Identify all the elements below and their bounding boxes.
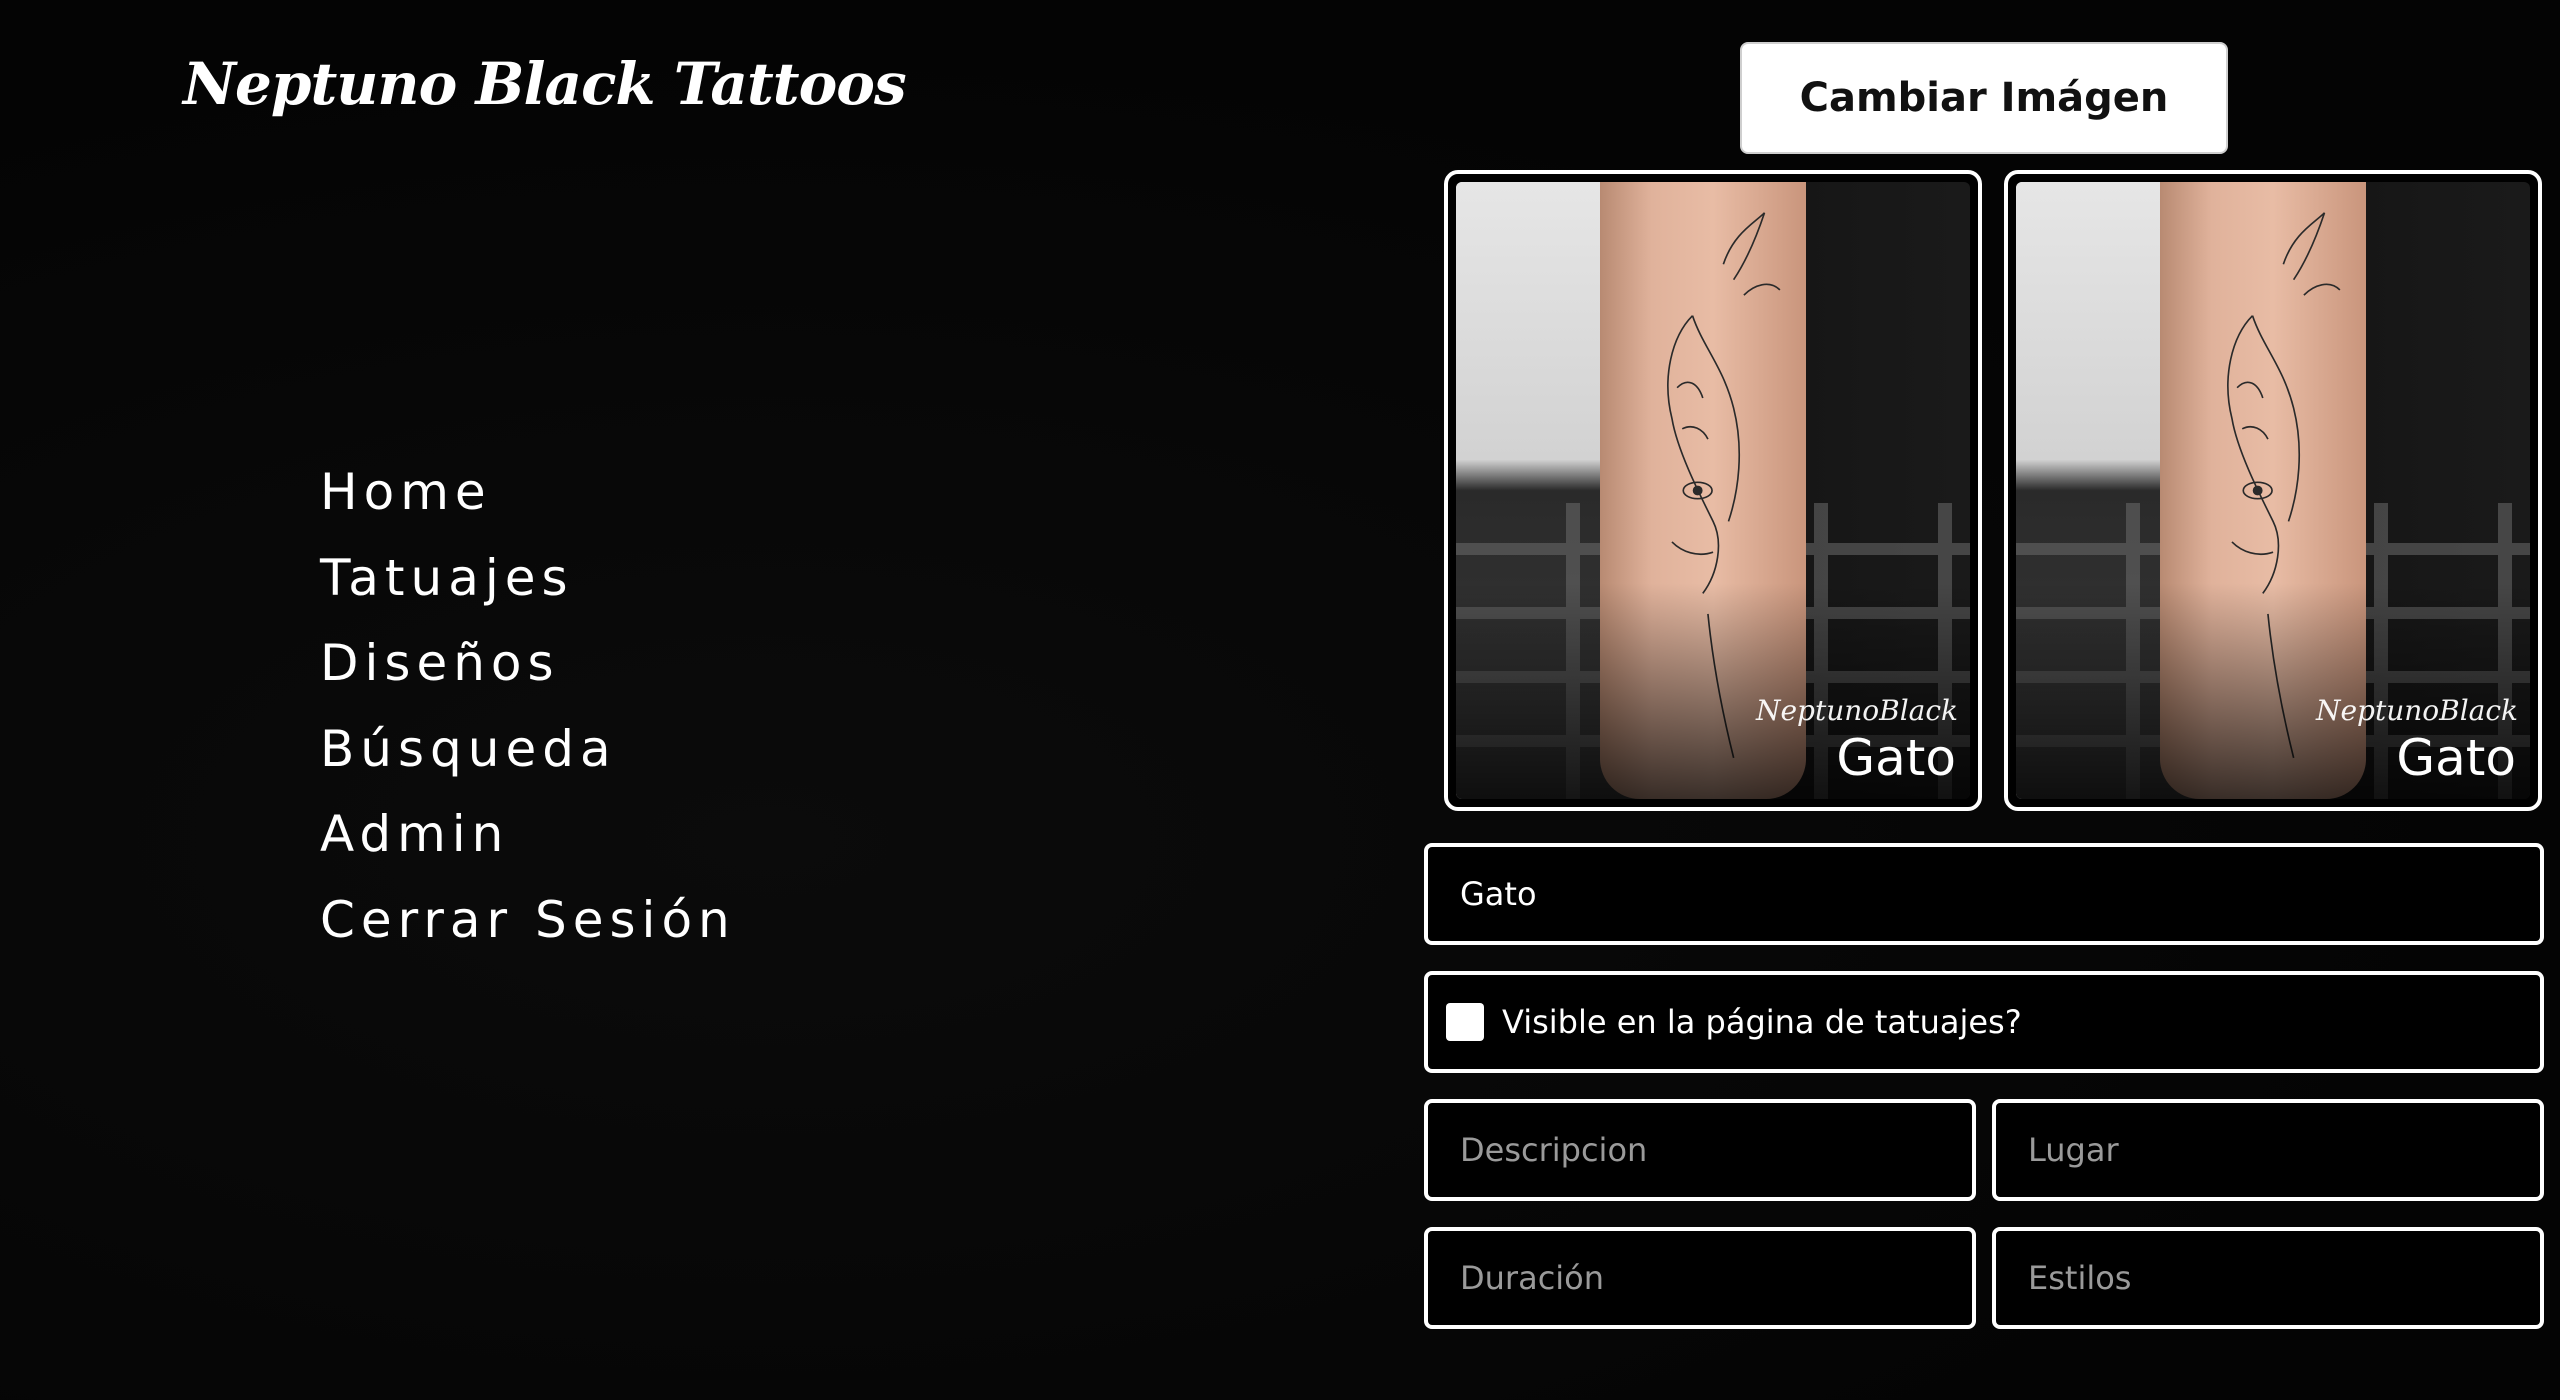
place-input[interactable] bbox=[1996, 1103, 2540, 1197]
nav-item-admin[interactable]: Admin bbox=[320, 792, 736, 878]
change-image-button[interactable]: Cambiar Imágen bbox=[1740, 42, 2228, 154]
duration-input[interactable] bbox=[1428, 1231, 1972, 1325]
nav-item-home[interactable]: Home bbox=[320, 450, 736, 536]
nav-item-cerrar-sesion[interactable]: Cerrar Sesión bbox=[320, 878, 736, 964]
nav-item-tatuajes[interactable]: Tatuajes bbox=[320, 536, 736, 622]
brand-logo[interactable]: Neptuno Black Tattoos bbox=[183, 50, 907, 118]
styles-input[interactable] bbox=[1996, 1231, 2540, 1325]
image-preview-new: NeptunoBlack Gato bbox=[2004, 170, 2542, 811]
nav-item-busqueda[interactable]: Búsqueda bbox=[320, 707, 736, 793]
preview-caption: Gato bbox=[1836, 729, 1956, 787]
visible-checkbox[interactable] bbox=[1446, 1003, 1484, 1041]
main-nav: Home Tatuajes Diseños Búsqueda Admin Cer… bbox=[320, 450, 736, 963]
tattoo-photo: NeptunoBlack Gato bbox=[1456, 182, 1970, 799]
place-field-wrapper bbox=[1992, 1099, 2544, 1201]
watermark-signature: NeptunoBlack bbox=[1755, 694, 1958, 727]
watermark-signature: NeptunoBlack bbox=[2315, 694, 2518, 727]
description-field-wrapper bbox=[1424, 1099, 1976, 1201]
visible-checkbox-row[interactable]: Visible en la página de tatuajes? bbox=[1424, 971, 2544, 1073]
styles-field-wrapper bbox=[1992, 1227, 2544, 1329]
description-input[interactable] bbox=[1428, 1103, 1972, 1197]
nav-item-disenos[interactable]: Diseños bbox=[320, 621, 736, 707]
name-input[interactable] bbox=[1428, 847, 2540, 941]
image-preview-original: NeptunoBlack Gato bbox=[1444, 170, 1982, 811]
visible-checkbox-label: Visible en la página de tatuajes? bbox=[1502, 1003, 2022, 1041]
page: Neptuno Black Tattoos Home Tatuajes Dise… bbox=[0, 0, 2560, 1400]
name-field-wrapper bbox=[1424, 843, 2544, 945]
duration-field-wrapper bbox=[1424, 1227, 1976, 1329]
preview-caption: Gato bbox=[2396, 729, 2516, 787]
tattoo-photo: NeptunoBlack Gato bbox=[2016, 182, 2530, 799]
